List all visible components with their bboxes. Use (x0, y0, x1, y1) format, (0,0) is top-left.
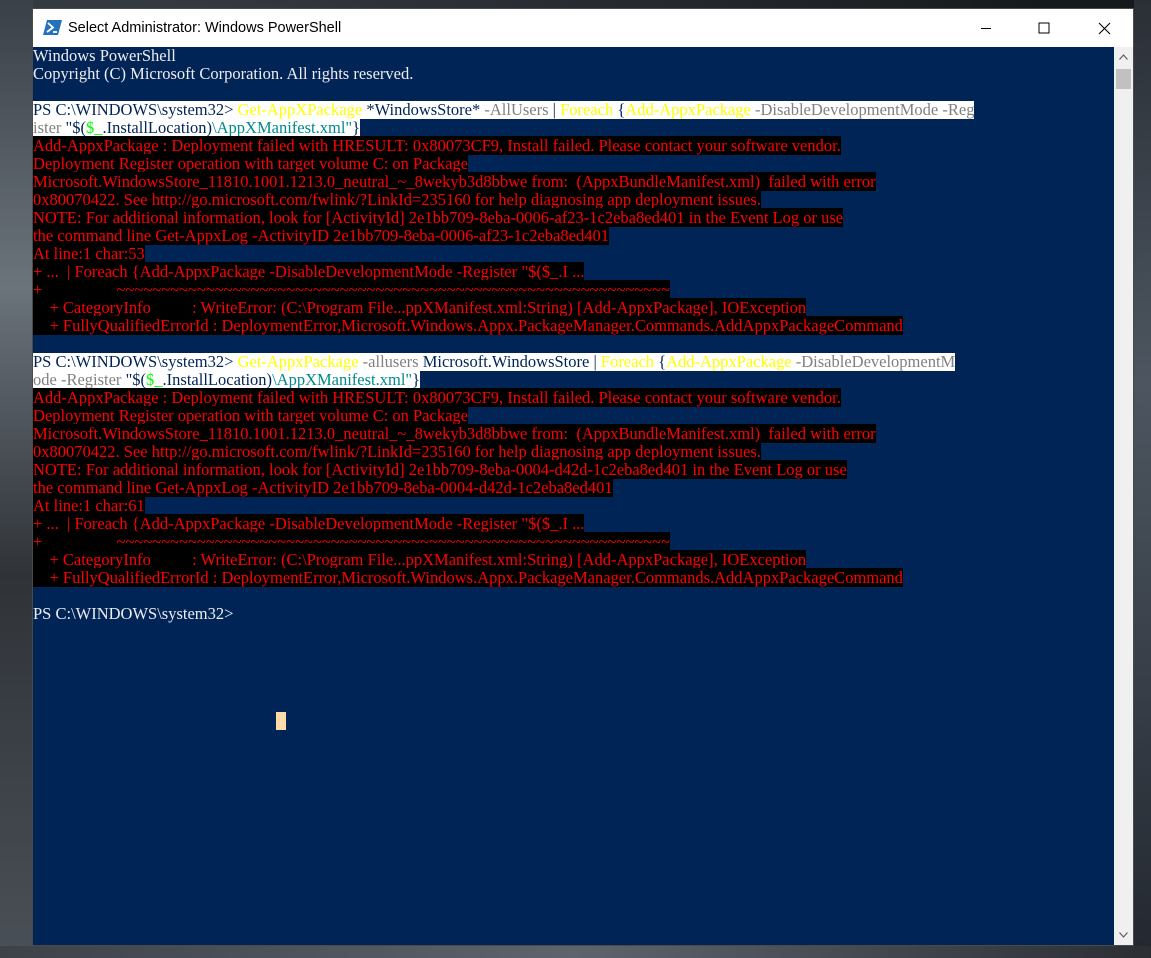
error-line: + ~~~~~~~~~~~~~~~~~~~~~~~~~~~~~~~~~~~~~~… (33, 532, 671, 551)
variable: $_ (86, 118, 103, 137)
powershell-icon (43, 20, 62, 35)
maximize-icon (1038, 22, 1050, 34)
text-cursor (276, 712, 286, 730)
cmdlet: Get-AppXPackage (237, 100, 363, 119)
brace: } (412, 370, 421, 389)
argument: Microsoft.WindowsStore (422, 352, 590, 371)
pipe: | (589, 352, 601, 371)
error-line: + ... | Foreach {Add-AppxPackage -Disabl… (33, 262, 585, 281)
prompt: PS C:\WINDOWS\system32> (33, 100, 238, 119)
error-line: At line:1 char:53 (33, 244, 145, 263)
brace: } (352, 118, 361, 137)
error-line: Microsoft.WindowsStore_11810.1001.1213.0… (33, 424, 876, 443)
chevron-down-icon (1119, 932, 1128, 938)
error-line: + FullyQualifiedErrorId : DeploymentErro… (33, 316, 903, 335)
prompt: PS C:\WINDOWS\system32> (33, 352, 238, 371)
scroll-up-button[interactable] (1114, 47, 1133, 67)
command-line-continued: ister "$($_.InstallLocation)\AppXManifes… (33, 118, 361, 137)
argument: *WindowsStore* (362, 100, 485, 119)
parameter: -allusers (358, 352, 423, 371)
error-line: Add-AppxPackage : Deployment failed with… (33, 136, 841, 155)
error-line: 0x80070422. See http://go.microsoft.com/… (33, 190, 761, 209)
member: .InstallLocation) (162, 370, 273, 389)
member: .InstallLocation) (102, 118, 213, 137)
error-line: Deployment Register operation with targe… (33, 406, 469, 425)
minimize-button[interactable] (957, 9, 1015, 47)
close-button[interactable] (1075, 9, 1133, 47)
error-line: + ... | Foreach {Add-AppxPackage -Disabl… (33, 514, 585, 533)
parameter: -AllUsers (484, 100, 549, 119)
desktop-background-right (1134, 0, 1151, 958)
window-title: Select Administrator: Windows PowerShell (68, 20, 342, 36)
console-line: Windows PowerShell (33, 47, 176, 65)
desktop-background-left (0, 0, 33, 958)
variable: $_ (146, 370, 163, 389)
parameter: -DisableDevelopmentM (791, 352, 956, 371)
parameter: ode -Register (33, 370, 126, 389)
current-prompt[interactable]: PS C:\WINDOWS\system32> (33, 605, 233, 623)
error-line: the command line Get-AppxLog -ActivityID… (33, 226, 609, 245)
parameter: ister (33, 118, 66, 137)
string: "$( (125, 370, 147, 389)
command-line: PS C:\WINDOWS\system32> Get-AppXPackage … (33, 100, 975, 119)
console-line: Copyright (C) Microsoft Corporation. All… (33, 64, 414, 83)
string: \AppXManifest.xml" (272, 370, 413, 389)
desktop-background-bottom (0, 946, 1151, 958)
error-line: + CategoryInfo : WriteError: (C:\Program… (33, 298, 807, 317)
error-line: Deployment Register operation with targe… (33, 154, 469, 173)
error-line: Microsoft.WindowsStore_11810.1001.1213.0… (33, 172, 876, 191)
cmdlet: Add-AppxPackage (625, 100, 751, 119)
powershell-window[interactable]: Select Administrator: Windows PowerShell… (32, 8, 1134, 946)
cmdlet: Add-AppxPackage (666, 352, 792, 371)
string: \AppXManifest.xml" (212, 118, 353, 137)
cmdlet: Foreach (600, 352, 655, 371)
pipe: | (548, 100, 561, 119)
scrollbar-thumb[interactable] (1116, 69, 1131, 89)
cmdlet: Foreach (560, 100, 614, 119)
vertical-scrollbar[interactable] (1114, 47, 1133, 945)
command-line: PS C:\WINDOWS\system32> Get-AppxPackage … (33, 352, 956, 371)
parameter: -DisableDevelopmentMode -Reg (750, 100, 975, 119)
scroll-down-button[interactable] (1114, 925, 1133, 945)
error-line: 0x80070422. See http://go.microsoft.com/… (33, 442, 761, 461)
string: "$( (65, 118, 87, 137)
error-line: + ~~~~~~~~~~~~~~~~~~~~~~~~~~~~~~~~~~~~~~… (33, 280, 671, 299)
error-line: Add-AppxPackage : Deployment failed with… (33, 388, 841, 407)
maximize-button[interactable] (1015, 9, 1073, 47)
error-line: + FullyQualifiedErrorId : DeploymentErro… (33, 568, 903, 587)
error-line: NOTE: For additional information, look f… (33, 208, 844, 227)
console-output[interactable]: Windows PowerShell Copyright (C) Microso… (33, 47, 1114, 945)
close-icon (1098, 22, 1110, 34)
error-line: At line:1 char:61 (33, 496, 145, 515)
error-line: NOTE: For additional information, look f… (33, 460, 847, 479)
minimize-icon (981, 28, 991, 29)
command-line-continued: ode -Register "$($_.InstallLocation)\App… (33, 370, 421, 389)
error-line: the command line Get-AppxLog -ActivityID… (33, 478, 613, 497)
brace: { (613, 100, 626, 119)
chevron-up-icon (1119, 54, 1128, 60)
title-bar[interactable]: Select Administrator: Windows PowerShell (33, 9, 1133, 47)
brace: { (654, 352, 667, 371)
cmdlet: Get-AppxPackage (237, 352, 359, 371)
error-line: + CategoryInfo : WriteError: (C:\Program… (33, 550, 807, 569)
